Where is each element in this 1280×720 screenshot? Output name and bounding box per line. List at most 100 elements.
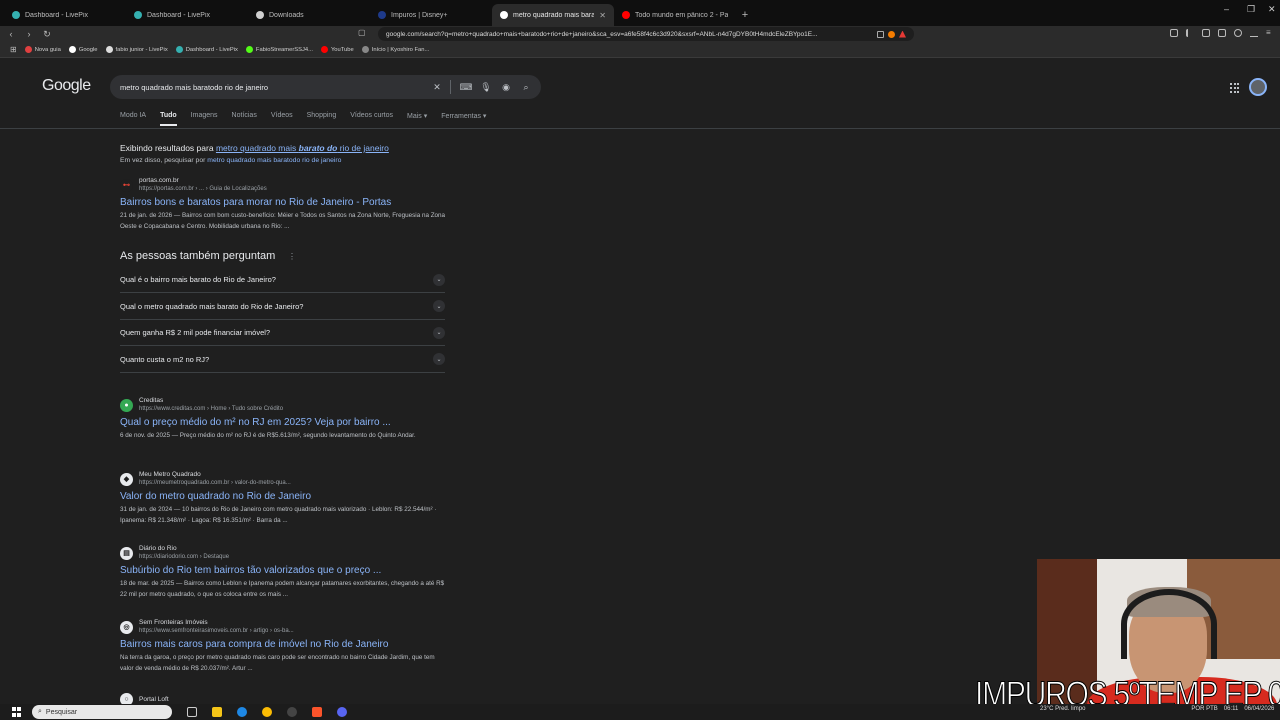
result-url[interactable]: https://www.creditas.com › Home › Tudo s…: [139, 405, 283, 413]
chevron-down-icon[interactable]: ⌄: [433, 353, 445, 365]
result-url[interactable]: https://meumetroquadrado.com.br › valor-…: [139, 479, 291, 487]
weather-text[interactable]: 23°C Pred. limpo: [1040, 706, 1085, 712]
settings-icon[interactable]: [1234, 29, 1242, 37]
search-tab[interactable]: Mais ▾: [407, 112, 427, 126]
result-title-link[interactable]: Bairros bons e baratos para morar no Rio…: [120, 197, 450, 208]
more-options-icon[interactable]: ⋮: [288, 252, 296, 261]
chevron-down-icon[interactable]: ⌄: [433, 300, 445, 312]
corrected-query-link[interactable]: metro quadrado mais barato do rio de jan…: [216, 143, 389, 153]
edge-icon[interactable]: [237, 707, 247, 717]
bookmark-item[interactable]: YouTube: [320, 46, 354, 53]
search-tab[interactable]: Modo IA: [120, 112, 146, 126]
task-view-icon[interactable]: [187, 707, 197, 717]
account-avatar[interactable]: [1249, 78, 1267, 96]
taskbar-search[interactable]: ⌕ Pesquisar: [32, 705, 172, 719]
result-url[interactable]: https://www.semfronteirasimoveis.com.br …: [139, 627, 294, 635]
brave-rewards-icon[interactable]: [899, 30, 906, 38]
language-indicator[interactable]: POR PTB: [1191, 706, 1217, 712]
tab-favicon-icon: [12, 11, 20, 19]
address-bar[interactable]: google.com/search?q=metro+quadrado+mais+…: [378, 27, 914, 41]
chevron-down-icon[interactable]: ⌄: [433, 326, 445, 339]
bookmark-item[interactable]: fabio junior - LivePix: [105, 46, 168, 53]
minimize-icon[interactable]: –: [1224, 4, 1229, 14]
result-snippet: Na terra da garoa, o preço por metro qua…: [120, 654, 435, 672]
bookmark-favicon-icon: [105, 46, 113, 53]
close-tab-icon[interactable]: ✕: [599, 11, 606, 20]
extensions-icon[interactable]: [1250, 29, 1258, 37]
original-query-link[interactable]: metro quadrado mais baratodo rio de jane…: [207, 157, 341, 164]
screen-cast-icon[interactable]: [1170, 29, 1178, 37]
search-tab[interactable]: Shopping: [307, 112, 337, 126]
windows-start-icon[interactable]: [12, 707, 22, 717]
search-tab[interactable]: Vídeos: [271, 112, 293, 126]
search-result: ⊷ portas.com.br https://portas.com.br › …: [120, 177, 450, 232]
clock-time[interactable]: 06:11: [1224, 706, 1239, 712]
bookmark-item[interactable]: Nova guia: [24, 46, 61, 53]
search-input[interactable]: metro quadrado mais baratodo rio de jane…: [120, 83, 422, 92]
result-title-link[interactable]: Subúrbio do Rio tem bairros tão valoriza…: [120, 565, 450, 576]
result-title-link[interactable]: Bairros mais caros para compra de imóvel…: [120, 639, 450, 650]
obs-icon[interactable]: [287, 707, 297, 717]
brave-icon[interactable]: [312, 707, 322, 717]
address-url[interactable]: google.com/search?q=metro+quadrado+mais+…: [386, 31, 873, 38]
tab-label: Impuros | Disney+: [391, 11, 448, 19]
browser-tab[interactable]: metro quadrado mais baratodo ✕: [492, 4, 614, 26]
result-title-link[interactable]: Qual o preço médio do m² no RJ em 2025? …: [120, 417, 450, 428]
result-title-link[interactable]: Valor do metro quadrado no Rio de Janeir…: [120, 491, 450, 502]
result-site: Creditas: [139, 397, 164, 404]
search-icon[interactable]: ⌕: [521, 82, 531, 92]
search-tab[interactable]: Ferramentas ▾: [441, 112, 486, 126]
paa-question[interactable]: Quanto custa o m2 no RJ? ⌄: [120, 347, 445, 373]
paa-question[interactable]: Qual o metro quadrado mais barato do Rio…: [120, 294, 445, 320]
brave-shield-icon[interactable]: [888, 30, 895, 38]
media-icon[interactable]: [1186, 29, 1194, 37]
browser-tab-strip: Dashboard - LivePix Dashboard - LivePix Do…: [0, 0, 1280, 26]
sidebar-icon[interactable]: [1202, 29, 1210, 37]
search-tab[interactable]: Notícias: [232, 112, 257, 126]
result-url[interactable]: https://diariodorio.com › Destaque: [139, 553, 229, 561]
clear-search-icon[interactable]: ✕: [432, 82, 442, 92]
paa-question[interactable]: Quem ganha R$ 2 mil pode financiar imóve…: [120, 320, 445, 346]
keyboard-icon[interactable]: ⌨: [460, 82, 473, 92]
lens-icon[interactable]: ◉: [501, 82, 511, 92]
reload-icon[interactable]: ↻: [40, 29, 54, 40]
maximize-icon[interactable]: ❐: [1247, 4, 1255, 15]
browser-tab[interactable]: Dashboard - LivePix: [126, 4, 248, 26]
search-divider: [450, 80, 451, 94]
bookmark-star-icon[interactable]: ▢: [358, 28, 366, 37]
browser-tab[interactable]: Impuros | Disney+: [370, 4, 492, 26]
chevron-down-icon[interactable]: ⌄: [433, 273, 445, 286]
discord-icon[interactable]: [337, 707, 347, 717]
site-favicon-icon: ●: [120, 398, 133, 412]
chrome-icon[interactable]: [262, 707, 272, 717]
correction-prefix: Exibindo resultados para: [120, 143, 214, 153]
forward-icon[interactable]: ›: [22, 29, 36, 39]
browser-tab[interactable]: Todo mundo em pânico 2 - Palhaço: [614, 4, 736, 26]
search-tab[interactable]: Vídeos curtos: [350, 112, 393, 126]
search-box[interactable]: metro quadrado mais baratodo rio de jane…: [110, 75, 541, 99]
close-window-icon[interactable]: ✕: [1268, 4, 1276, 15]
share-icon[interactable]: [877, 30, 884, 38]
search-tab[interactable]: Tudo: [160, 112, 177, 126]
result-snippet: 6 de nov. de 2025 — Preço médio do m² no…: [120, 432, 416, 439]
browser-tab[interactable]: Dashboard - LivePix: [4, 4, 126, 26]
back-icon[interactable]: ‹: [4, 29, 18, 39]
new-tab-button[interactable]: +: [736, 4, 754, 26]
bookmark-item[interactable]: Dashboard - LivePix: [175, 46, 238, 53]
paa-question[interactable]: Qual é o bairro mais barato do Rio de Ja…: [120, 267, 445, 293]
google-apps-icon[interactable]: [1230, 83, 1240, 93]
file-explorer-icon[interactable]: [212, 707, 222, 717]
result-url[interactable]: https://portas.com.br › ... › Guia de Lo…: [139, 185, 267, 193]
search-tab[interactable]: Imagens: [191, 112, 218, 126]
bookmark-label: Nova guia: [34, 46, 61, 53]
google-logo[interactable]: Google: [42, 77, 91, 95]
browser-tab[interactable]: Downloads: [248, 4, 370, 26]
menu-icon[interactable]: ≡: [1266, 29, 1271, 37]
tab-search-icon[interactable]: [1218, 29, 1226, 37]
bookmark-item[interactable]: Google: [68, 46, 98, 53]
bookmark-item[interactable]: FabioStreamerSSJ4...: [245, 46, 313, 53]
bookmark-item[interactable]: Início | Kyoshiro Fan...: [361, 46, 429, 53]
apps-grid-icon[interactable]: ⊞: [10, 45, 17, 54]
clock-date[interactable]: 06/04/2026: [1244, 706, 1274, 712]
microphone-icon[interactable]: 🎙: [480, 82, 491, 92]
